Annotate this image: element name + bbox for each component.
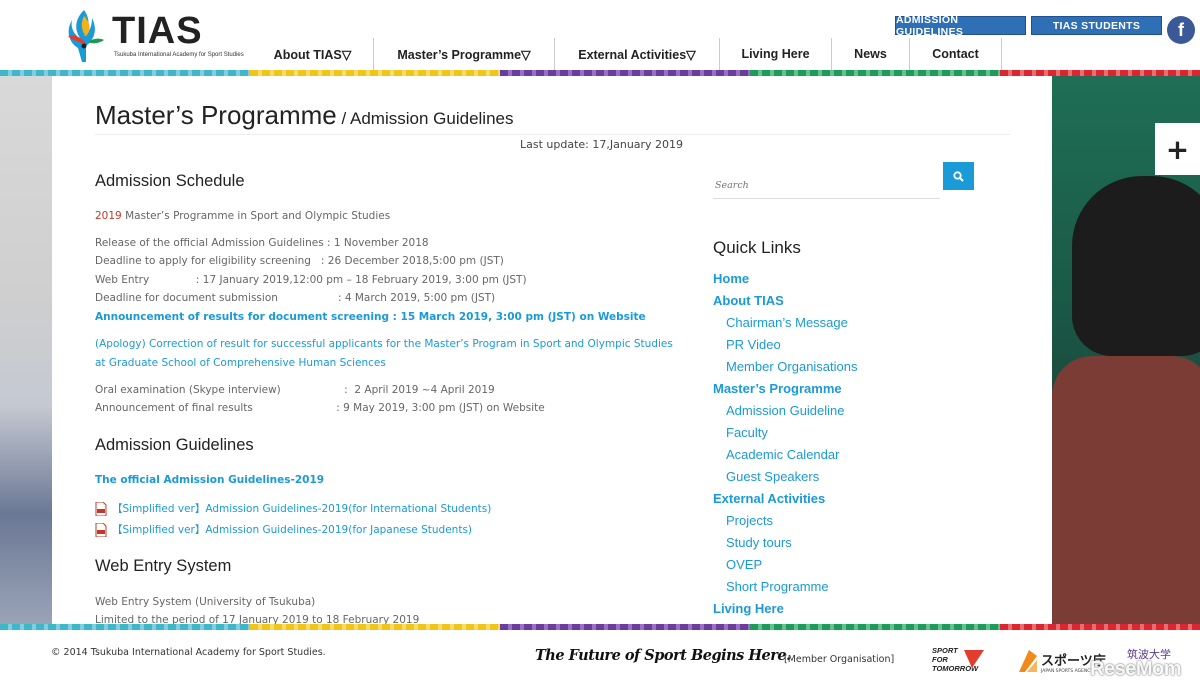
quick-link-about-tias[interactable]: About TIAS [713, 290, 858, 312]
quick-link-admission-guideline[interactable]: Admission Guideline [713, 400, 858, 422]
quick-link-projects[interactable]: Projects [713, 510, 858, 532]
pdf-link-international-label: 【Simplified ver】Admission Guidelines-201… [112, 503, 492, 515]
quick-link-home[interactable]: Home [713, 268, 858, 290]
quick-link-external-activities[interactable]: External Activities [713, 488, 858, 510]
main-nav: About TIAS▽ Master’s Programme▽ External… [252, 38, 1002, 70]
nav-news[interactable]: News [832, 38, 910, 70]
quick-link-chairmans-message[interactable]: Chairman’s Message [713, 312, 858, 334]
page-title-sub: / Admission Guidelines [336, 109, 514, 128]
expand-plus-button[interactable]: + [1155, 123, 1200, 175]
main-content: Master’s Programme / Admission Guideline… [52, 76, 1052, 624]
search-input[interactable] [713, 173, 940, 199]
schedule-line-document: Deadline for document submission : 4 Mar… [95, 292, 496, 304]
member-organisation-label: [Member Organisation] [784, 654, 895, 665]
title-divider [95, 134, 1010, 135]
admission-schedule-heading: Admission Schedule [95, 172, 245, 190]
web-entry-line: Web Entry System (University of Tsukuba) [95, 596, 316, 608]
tias-flame-logo-icon [68, 10, 104, 62]
page-title: Master’s Programme / Admission Guideline… [95, 100, 513, 131]
sport-for-tomorrow-logo[interactable]: SPORT FOR TOMORROW [932, 646, 987, 686]
sft-swoosh-icon [964, 650, 984, 668]
nav-living-here[interactable]: Living Here [720, 38, 832, 70]
quick-link-faculty[interactable]: Faculty [713, 422, 858, 444]
page-title-main: Master’s Programme [95, 100, 337, 130]
pdf-link-japanese-label: 【Simplified ver】Admission Guidelines-201… [112, 524, 473, 536]
logo-wordmark: TIAS [112, 10, 203, 52]
quick-links-title: Quick Links [713, 238, 801, 257]
tagline: The Future of Sport Begins Here. [535, 647, 791, 664]
site-header: TIAS Tsukuba International Academy for S… [0, 0, 1200, 70]
programme-line: 2019 Master’s Programme in Sport and Oly… [95, 207, 390, 225]
apology-link[interactable]: (Apology) Correction of result for succe… [95, 335, 680, 373]
quick-link-ovep[interactable]: OVEP [713, 554, 858, 576]
quick-link-pr-video[interactable]: PR Video [713, 334, 858, 356]
site-footer: © 2014 Tsukuba International Academy for… [0, 630, 1200, 692]
admission-guidelines-button[interactable]: ADMISSION GUIDELINES [895, 14, 1026, 38]
search-icon [953, 170, 964, 182]
pdf-link-japanese[interactable]: 【Simplified ver】Admission Guidelines-201… [95, 522, 472, 537]
pdf-icon [95, 501, 107, 516]
tias-logo[interactable]: TIAS Tsukuba International Academy for S… [62, 6, 244, 64]
quick-link-living-here[interactable]: Living Here [713, 598, 858, 620]
jsa-mark-icon [1019, 650, 1037, 672]
quick-link-masters-programme[interactable]: Master’s Programme [713, 378, 858, 400]
quick-link-academic-calendar[interactable]: Academic Calendar [713, 444, 858, 466]
programme-name: Master’s Programme in Sport and Olympic … [121, 210, 391, 222]
nav-contact[interactable]: Contact [910, 38, 1002, 70]
copyright: © 2014 Tsukuba International Academy for… [51, 647, 326, 658]
web-entry-period: Limited to the period of 17 January 2019… [95, 614, 420, 624]
logo-subtitle: Tsukuba International Academy for Sport … [114, 52, 244, 58]
schedule-line-web-entry: Web Entry : 17 January 2019,12:00 pm – 1… [95, 274, 527, 286]
resemom-watermark: ReseMom [1090, 658, 1181, 680]
quick-link-study-tours[interactable]: Study tours [713, 532, 858, 554]
pdf-icon [95, 522, 107, 537]
quick-link-guest-speakers[interactable]: Guest Speakers [713, 466, 858, 488]
programme-year: 2019 [95, 210, 122, 222]
last-update: Last update: 17,January 2019 [520, 138, 684, 151]
quick-links-list: Home About TIAS Chairman’s Message PR Vi… [713, 268, 858, 620]
oral-exam-line: Oral examination (Skype interview) : 2 A… [95, 384, 495, 396]
official-guidelines-link[interactable]: The official Admission Guidelines-2019 [95, 474, 324, 486]
pdf-link-international[interactable]: 【Simplified ver】Admission Guidelines-201… [95, 501, 491, 516]
facebook-icon[interactable]: f [1167, 16, 1195, 44]
nav-external-activities[interactable]: External Activities▽ [555, 38, 720, 70]
schedule-line-eligibility: Deadline to apply for eligibility screen… [95, 255, 504, 267]
schedule-line-release: Release of the official Admission Guidel… [95, 237, 429, 249]
announcement-link[interactable]: Announcement of results for document scr… [95, 311, 646, 323]
nav-masters-programme[interactable]: Master’s Programme▽ [374, 38, 555, 70]
final-results-line: Announcement of final results : 9 May 20… [95, 402, 545, 414]
quick-link-short-programme[interactable]: Short Programme [713, 576, 858, 598]
jsa-subtitle: JAPAN SPORTS AGENCY [1041, 669, 1094, 674]
web-entry-heading: Web Entry System [95, 557, 232, 575]
nav-about-tias[interactable]: About TIAS▽ [252, 38, 374, 70]
background-photo-left [0, 76, 52, 624]
tias-students-button[interactable]: TIAS STUDENTS [1031, 16, 1162, 35]
quick-link-member-organisations[interactable]: Member Organisations [713, 356, 858, 378]
admission-guidelines-heading: Admission Guidelines [95, 436, 254, 454]
search-button[interactable] [943, 162, 974, 190]
